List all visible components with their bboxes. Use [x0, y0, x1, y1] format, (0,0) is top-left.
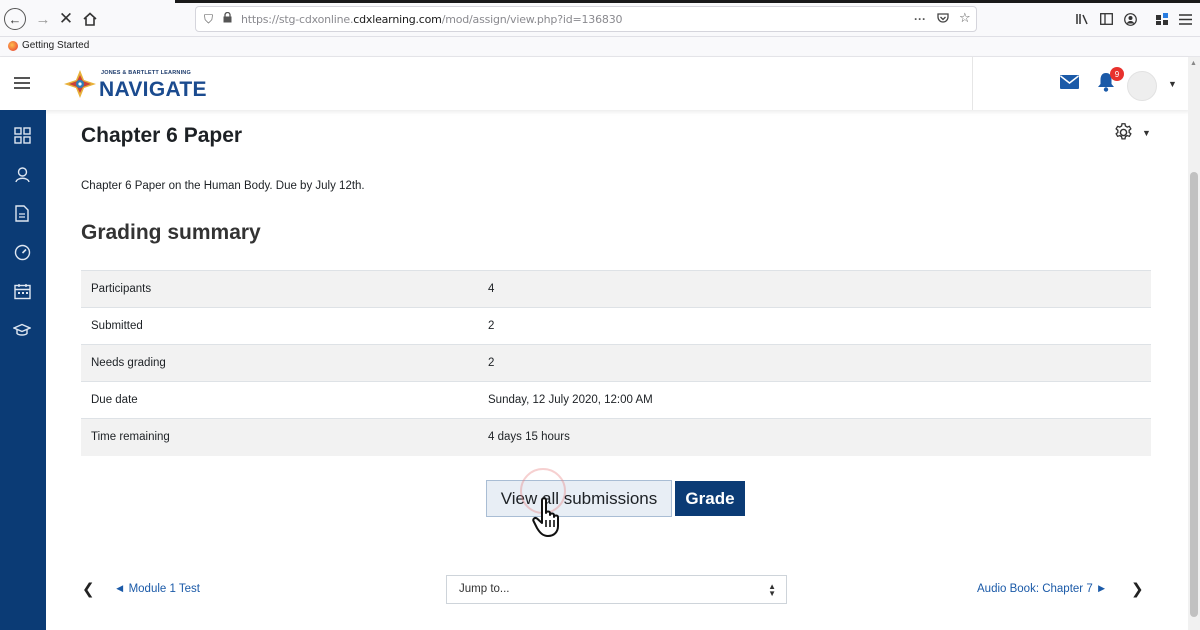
jump-to-select[interactable]: Jump to... ▲ ▼	[446, 575, 787, 604]
logo-publisher-text: JONES & BARTLETT LEARNING	[101, 70, 191, 76]
home-button[interactable]	[79, 8, 101, 30]
table-row: Submitted 2	[81, 307, 1151, 345]
calendar-icon[interactable]	[12, 281, 32, 301]
logo-emblem-icon	[64, 70, 96, 98]
forward-button[interactable]: →	[32, 8, 54, 30]
chevron-left-icon[interactable]: ❮	[82, 580, 95, 598]
graduation-cap-icon[interactable]	[12, 320, 32, 340]
navbar-divider	[972, 57, 973, 110]
table-row: Time remaining 4 days 15 hours	[81, 418, 1151, 456]
row-label: Participants	[81, 270, 478, 308]
table-row: Participants 4	[81, 270, 1151, 308]
document-icon[interactable]	[12, 203, 32, 223]
menu-toggle-icon[interactable]	[14, 77, 30, 89]
stop-button[interactable]: ✕	[55, 8, 77, 30]
settings-menu[interactable]: ▼	[1113, 122, 1151, 143]
library-icon[interactable]	[1072, 8, 1094, 30]
mail-icon[interactable]	[1060, 75, 1079, 89]
app-menu-icon[interactable]	[1174, 8, 1196, 30]
bookmark-label: Getting Started	[22, 40, 90, 51]
scroll-up-icon[interactable]: ▲	[1190, 60, 1197, 67]
next-activity-link[interactable]: Audio Book: Chapter 7 ►	[977, 583, 1107, 595]
row-label: Needs grading	[81, 344, 478, 382]
url-bar[interactable]: ⛉ https://stg-cdxonline.cdxlearning.com/…	[195, 6, 977, 32]
bookmark-star-icon[interactable]: ☆	[959, 10, 971, 26]
page-title: Chapter 6 Paper	[81, 124, 243, 147]
sidebar-toggle-icon[interactable]	[1095, 8, 1117, 30]
dashboard-icon[interactable]	[12, 125, 32, 145]
bookmarks-bar: Getting Started	[0, 37, 1200, 57]
left-sidebar	[0, 110, 46, 630]
gauge-icon[interactable]	[12, 242, 32, 262]
assignment-description: Chapter 6 Paper on the Human Body. Due b…	[81, 180, 365, 192]
account-icon[interactable]	[1119, 8, 1141, 30]
settings-caret-icon: ▼	[1142, 127, 1151, 138]
home-icon	[83, 12, 97, 26]
url-text: https://stg-cdxonline.cdxlearning.com/mo…	[241, 13, 623, 26]
user-avatar[interactable]	[1127, 71, 1157, 101]
table-row: Due date Sunday, 12 July 2020, 12:00 AM	[81, 381, 1151, 419]
row-value: 2	[478, 344, 1151, 382]
select-arrows-icon: ▲ ▼	[768, 582, 776, 598]
chevron-right-icon[interactable]: ❯	[1131, 580, 1144, 598]
page-scrollbar[interactable]: ▲	[1188, 57, 1200, 630]
back-button[interactable]: ←	[4, 8, 26, 30]
shield-icon: ⛉	[204, 12, 214, 26]
tab-strip-edge	[175, 0, 1200, 3]
grading-summary-heading: Grading summary	[81, 221, 261, 244]
pocket-icon[interactable]	[937, 12, 949, 27]
row-value: Sunday, 12 July 2020, 12:00 AM	[478, 381, 1151, 419]
page-actions-menu[interactable]: ···	[914, 12, 926, 26]
table-row: Needs grading 2	[81, 344, 1151, 382]
logo-product-text: NAVIGATE	[99, 78, 207, 101]
view-all-submissions-button[interactable]: View all submissions	[486, 480, 672, 517]
gear-icon	[1115, 123, 1132, 140]
lock-icon	[223, 11, 232, 26]
scroll-thumb[interactable]	[1190, 172, 1198, 617]
top-navbar: JONES & BARTLETT LEARNING NAVIGATE	[0, 57, 1190, 110]
previous-activity-link[interactable]: ◄ Module 1 Test	[114, 583, 200, 595]
row-label: Submitted	[81, 307, 478, 345]
profile-badge-icon[interactable]	[12, 164, 32, 184]
navigate-logo[interactable]: JONES & BARTLETT LEARNING NAVIGATE	[63, 67, 213, 101]
grading-summary-table: Participants 4 Submitted 2 Needs grading…	[81, 270, 1151, 456]
row-value: 4 days 15 hours	[478, 418, 1151, 456]
row-label: Due date	[81, 381, 478, 419]
bookmark-getting-started[interactable]: Getting Started	[8, 40, 89, 51]
firefox-icon	[8, 40, 18, 51]
hand-cursor-icon	[532, 497, 559, 537]
jump-to-value: Jump to...	[459, 583, 510, 595]
extensions-icon[interactable]	[1151, 8, 1173, 30]
grade-button[interactable]: Grade	[675, 481, 745, 516]
row-label: Time remaining	[81, 418, 478, 456]
row-value: 2	[478, 307, 1151, 345]
browser-toolbar: ← → ✕ ⛉ https://stg-cdxonline.cdxlearnin…	[0, 0, 1200, 37]
user-menu-caret-icon[interactable]: ▼	[1168, 79, 1177, 89]
row-value: 4	[478, 270, 1151, 308]
notification-badge: 9	[1110, 67, 1124, 81]
